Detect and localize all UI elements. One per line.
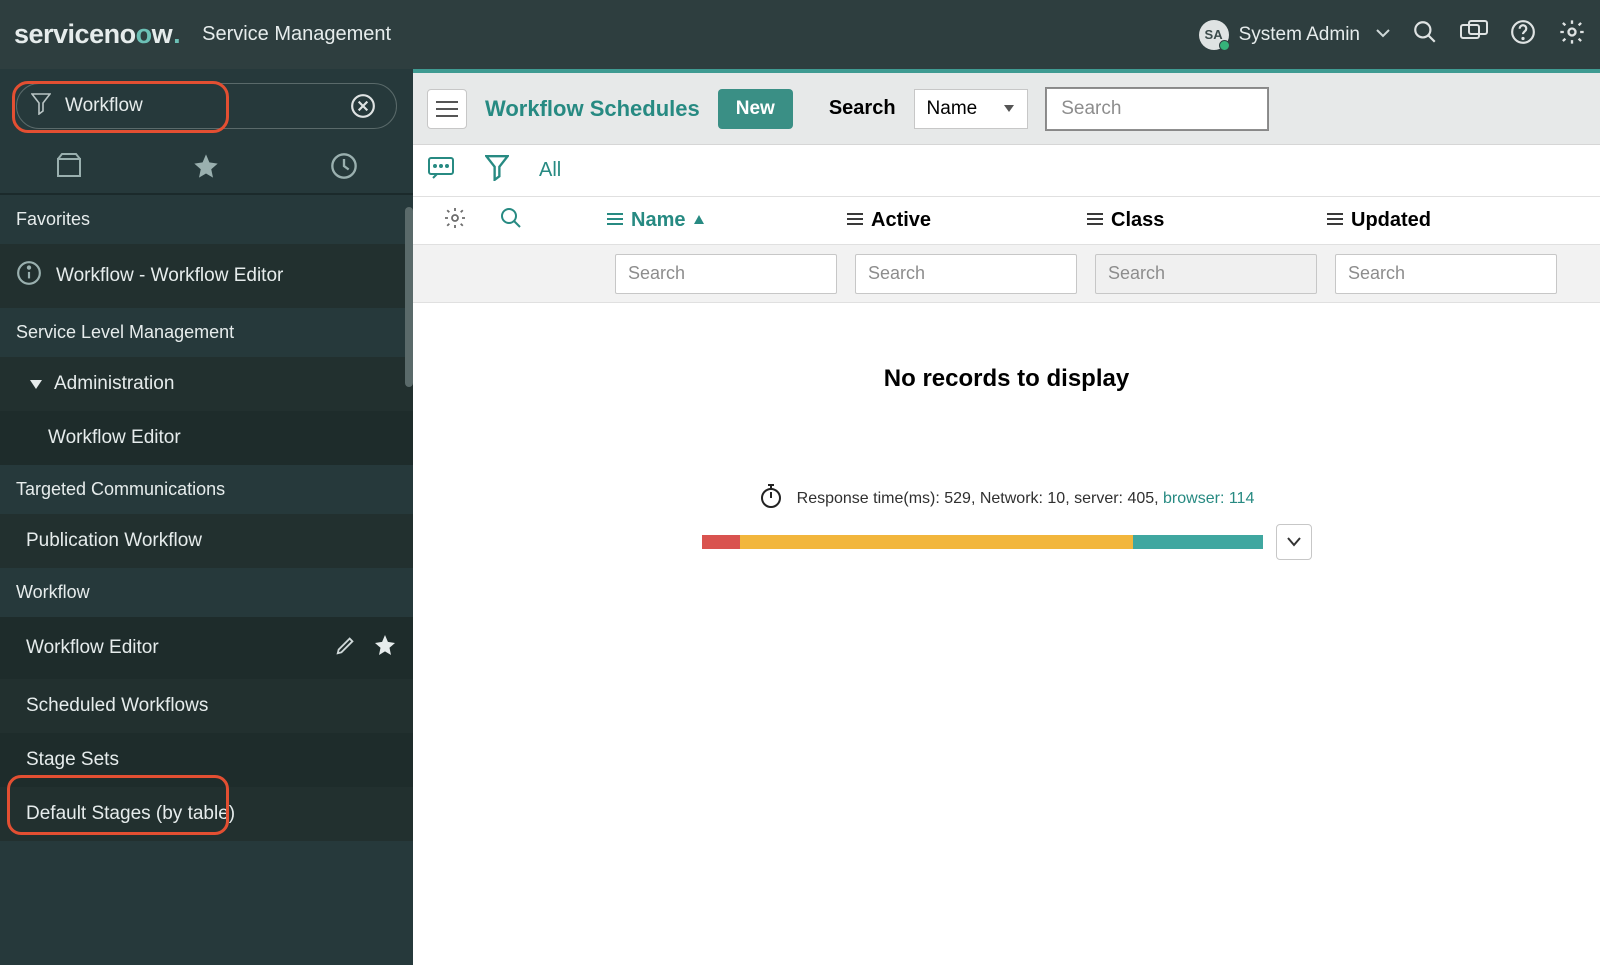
gear-icon[interactable] xyxy=(1558,18,1586,51)
favorites-section-header: Favorites xyxy=(0,194,413,244)
avatar: SA xyxy=(1199,20,1229,50)
search-field-value: Name xyxy=(927,98,978,120)
nav-filter-box[interactable] xyxy=(16,83,397,129)
nav-scrollbar[interactable] xyxy=(405,207,413,387)
col-updated-label: Updated xyxy=(1351,209,1431,232)
main-frame: Workflow Schedules New Search Name All xyxy=(413,69,1600,965)
search-icon[interactable] xyxy=(1412,19,1438,50)
column-header-row: Name Active Class Updated xyxy=(413,197,1600,245)
col-search-class[interactable] xyxy=(1095,254,1317,294)
perf-seg-browser xyxy=(1133,535,1264,549)
chevron-down-icon xyxy=(1376,26,1390,44)
perf-widget: Response time(ms): 529, Network: 10, ser… xyxy=(702,483,1312,560)
nav-tab-all[interactable] xyxy=(34,153,104,179)
nav-tab-history[interactable] xyxy=(309,152,379,180)
search-input-wrap xyxy=(1046,88,1268,130)
filter-icon xyxy=(31,93,51,120)
slm-admin-row[interactable]: Administration xyxy=(0,357,413,411)
nav-tab-favorites[interactable] xyxy=(171,152,241,180)
perf-seg-network xyxy=(702,535,741,549)
nav-tab-strip xyxy=(0,139,413,194)
list-title: Workflow Schedules xyxy=(485,96,700,122)
col-search-updated[interactable] xyxy=(1335,254,1557,294)
breadcrumb-all[interactable]: All xyxy=(539,159,561,182)
col-menu-icon xyxy=(1327,209,1343,232)
sort-asc-icon xyxy=(693,209,705,232)
info-icon xyxy=(16,260,42,292)
logo-text-o: o xyxy=(136,19,152,50)
col-menu-icon xyxy=(847,209,863,232)
col-active-label: Active xyxy=(871,209,931,232)
banner-icon-group xyxy=(1412,18,1586,51)
col-header-name[interactable]: Name xyxy=(607,209,847,232)
personalize-gear-icon[interactable] xyxy=(443,206,467,235)
favorite-label: Workflow - Workflow Editor xyxy=(56,265,283,287)
wf-editor-module[interactable]: Workflow Editor xyxy=(0,617,413,679)
list-toolbar: All xyxy=(413,145,1600,197)
list-menu-button[interactable] xyxy=(427,89,467,129)
edit-icon[interactable] xyxy=(335,634,357,662)
chat-icon[interactable] xyxy=(1460,20,1488,49)
star-icon[interactable] xyxy=(373,633,397,663)
col-menu-icon xyxy=(607,209,623,232)
filter-row xyxy=(0,69,413,139)
col-header-class[interactable]: Class xyxy=(1087,209,1327,232)
col-class-label: Class xyxy=(1111,209,1164,232)
user-name: System Admin xyxy=(1239,24,1360,46)
perf-bar xyxy=(702,535,1264,549)
tc-section-header: Targeted Communications xyxy=(0,465,413,514)
perf-browser-link[interactable]: browser: 114 xyxy=(1163,490,1254,507)
col-search-active[interactable] xyxy=(855,254,1077,294)
list-header: Workflow Schedules New Search Name xyxy=(413,73,1600,145)
servicenow-logo: servicenoow. xyxy=(14,19,180,50)
search-field-select[interactable]: Name xyxy=(914,89,1029,129)
global-banner: servicenoow. Service Management SA Syste… xyxy=(0,0,1600,69)
empty-state: No records to display xyxy=(413,365,1600,393)
nav-filter-input[interactable] xyxy=(63,94,332,118)
col-header-updated[interactable]: Updated xyxy=(1327,209,1567,232)
column-search-row xyxy=(413,245,1600,303)
left-nav: Favorites Workflow - Workflow Editor Ser… xyxy=(0,69,413,965)
new-button[interactable]: New xyxy=(718,89,793,129)
wf-default-stages-module[interactable]: Default Stages (by table) xyxy=(0,787,413,841)
perf-text: Response time(ms): 529, Network: 10, ser… xyxy=(797,490,1163,507)
slm-section-header: Service Level Management xyxy=(0,308,413,357)
slm-admin-label: Administration xyxy=(54,373,174,395)
stopwatch-icon xyxy=(759,483,783,514)
column-search-icon[interactable] xyxy=(499,206,523,235)
perf-seg-server xyxy=(740,535,1132,549)
col-menu-icon xyxy=(1087,209,1103,232)
clear-filter-button[interactable] xyxy=(344,92,382,120)
tc-publication-workflow[interactable]: Publication Workflow xyxy=(0,514,413,568)
caret-down-icon xyxy=(30,380,42,389)
user-menu[interactable]: SA System Admin xyxy=(1199,20,1390,50)
search-label: Search xyxy=(829,97,896,120)
perf-expand-button[interactable] xyxy=(1276,524,1312,560)
activity-stream-icon[interactable] xyxy=(427,156,455,185)
favorite-item[interactable]: Workflow - Workflow Editor xyxy=(0,244,413,308)
app-title: Service Management xyxy=(202,23,391,46)
search-input[interactable] xyxy=(1047,89,1267,129)
filter-funnel-icon[interactable] xyxy=(485,155,509,186)
wf-editor-label: Workflow Editor xyxy=(26,637,159,659)
wf-scheduled-module[interactable]: Scheduled Workflows xyxy=(0,679,413,733)
slm-workflow-editor[interactable]: Workflow Editor xyxy=(0,411,413,465)
col-name-label: Name xyxy=(631,209,685,232)
wf-section-header: Workflow xyxy=(0,568,413,617)
col-search-name[interactable] xyxy=(615,254,837,294)
col-header-active[interactable]: Active xyxy=(847,209,1087,232)
help-icon[interactable] xyxy=(1510,19,1536,50)
logo-text-w: w xyxy=(152,19,173,50)
wf-stage-sets-module[interactable]: Stage Sets xyxy=(0,733,413,787)
logo-dot-icon: . xyxy=(173,19,180,50)
select-caret-icon xyxy=(1003,98,1015,120)
perf-text-line: Response time(ms): 529, Network: 10, ser… xyxy=(759,483,1255,514)
logo-text-a: serviceno xyxy=(14,19,136,50)
